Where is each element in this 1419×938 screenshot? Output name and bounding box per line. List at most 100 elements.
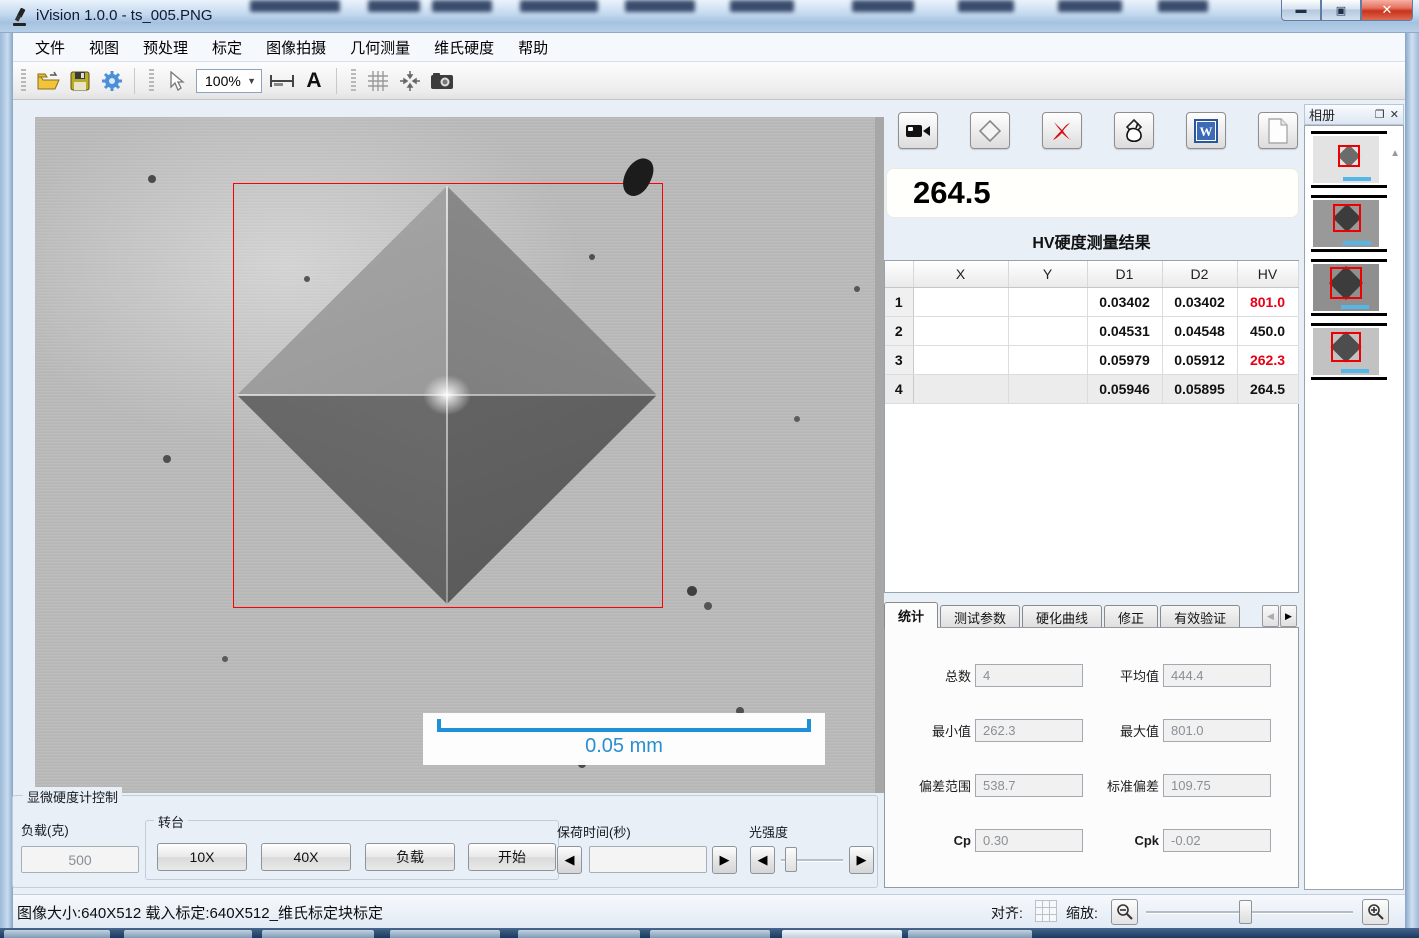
thumbnail-item[interactable] xyxy=(1311,259,1387,316)
table-row[interactable]: 4 0.05946 0.05895 264.5 xyxy=(885,374,1298,403)
tab-scroll-right-button[interactable]: ▶ xyxy=(1280,605,1297,627)
text-tool-button[interactable]: A xyxy=(300,68,328,94)
cursor-icon xyxy=(167,71,185,91)
menu-vickers[interactable]: 维氏硬度 xyxy=(434,37,494,58)
tab-statistics[interactable]: 统计 xyxy=(884,602,938,628)
menu-capture[interactable]: 图像拍摄 xyxy=(266,37,326,58)
tab-validation[interactable]: 有效验证 xyxy=(1160,605,1240,628)
image-viewport[interactable]: 0.05 mm xyxy=(35,117,884,793)
taskbar-button[interactable] xyxy=(390,930,500,938)
save-button[interactable] xyxy=(66,68,94,94)
thumbnail-item[interactable] xyxy=(1311,131,1387,188)
center-align-button[interactable] xyxy=(396,68,424,94)
zoom-in-button[interactable] xyxy=(1362,899,1389,925)
col-d2[interactable]: D2 xyxy=(1162,261,1237,287)
col-hv[interactable]: HV xyxy=(1237,261,1298,287)
zoom-level-combobox[interactable]: 100% ▼ xyxy=(196,69,262,93)
open-folder-icon xyxy=(36,71,60,91)
measurement-roi-box[interactable] xyxy=(233,183,663,608)
taskbar-button-active[interactable] xyxy=(782,930,902,938)
zoom-out-button[interactable] xyxy=(1111,899,1138,925)
col-x[interactable]: X xyxy=(913,261,1008,287)
close-panel-icon[interactable]: ✕ xyxy=(1390,108,1399,121)
align-grid-icon[interactable] xyxy=(1035,900,1057,922)
maximize-button[interactable]: ▣ xyxy=(1321,0,1361,21)
col-y[interactable]: Y xyxy=(1008,261,1087,287)
close-button[interactable]: ✕ xyxy=(1361,0,1413,21)
background-window-artifact xyxy=(852,0,914,12)
minimize-button[interactable]: ▬ xyxy=(1281,0,1321,21)
cell-y xyxy=(1008,316,1087,345)
start-button[interactable]: 开始 xyxy=(468,843,556,871)
export-word-button[interactable]: W xyxy=(1186,112,1226,149)
taskbar-button[interactable] xyxy=(262,930,374,938)
light-slider-handle[interactable] xyxy=(785,847,797,872)
hold-time-increase-button[interactable]: ▶ xyxy=(712,846,737,874)
taskbar-button[interactable] xyxy=(650,930,770,938)
max-value: 801.0 xyxy=(1163,719,1271,742)
cpk-label: Cpk xyxy=(1103,833,1159,848)
tab-correction[interactable]: 修正 xyxy=(1104,605,1158,628)
objective-40x-button[interactable]: 40X xyxy=(261,843,351,871)
objective-10x-button[interactable]: 10X xyxy=(157,843,247,871)
pointer-tool-button[interactable] xyxy=(162,68,190,94)
manual-measure-button[interactable] xyxy=(1114,112,1154,149)
chevron-down-icon: ▼ xyxy=(247,76,261,86)
cell-d2: 0.05912 xyxy=(1162,345,1237,374)
zoom-slider-handle[interactable] xyxy=(1239,900,1252,924)
cell-d2: 0.03402 xyxy=(1162,287,1237,316)
taskbar-button[interactable] xyxy=(4,930,110,938)
hold-time-decrease-button[interactable]: ◀ xyxy=(557,846,582,874)
col-d1[interactable]: D1 xyxy=(1087,261,1162,287)
delete-measurement-button[interactable] xyxy=(1042,112,1082,149)
taskbar-button[interactable] xyxy=(518,930,640,938)
measure-tool-button[interactable] xyxy=(268,68,296,94)
crosshair-icon xyxy=(399,70,421,92)
menu-view[interactable]: 视图 xyxy=(89,37,119,58)
menu-file[interactable]: 文件 xyxy=(35,37,65,58)
toolbar-grip[interactable] xyxy=(351,69,356,93)
delete-x-icon xyxy=(1050,119,1074,143)
menu-help[interactable]: 帮助 xyxy=(518,37,548,58)
statusbar-right: 对齐: 缩放: xyxy=(991,895,1401,928)
light-increase-button[interactable]: ▶ xyxy=(849,846,874,874)
background-window-artifact xyxy=(520,0,598,12)
menu-geometry[interactable]: 几何测量 xyxy=(350,37,410,58)
open-file-button[interactable] xyxy=(34,68,62,94)
float-panel-icon[interactable]: ❐ xyxy=(1375,108,1385,121)
cp-value: 0.30 xyxy=(975,829,1083,852)
table-row[interactable]: 2 0.04531 0.04548 450.0 xyxy=(885,316,1298,345)
scroll-up-icon[interactable]: ▲ xyxy=(1390,148,1400,159)
cell-y xyxy=(1008,374,1087,403)
table-row[interactable]: 1 0.03402 0.03402 801.0 xyxy=(885,287,1298,316)
measure-indent-button[interactable] xyxy=(970,112,1010,149)
new-report-button[interactable] xyxy=(1258,112,1298,149)
thumbnail-item[interactable] xyxy=(1311,195,1387,252)
load-position-button[interactable]: 负载 xyxy=(365,843,455,871)
toolbar-grip[interactable] xyxy=(149,69,154,93)
cell-hv: 262.3 xyxy=(1237,345,1298,374)
taskbar-button[interactable] xyxy=(908,930,1032,938)
settings-button[interactable] xyxy=(98,68,126,94)
magnifier-minus-icon xyxy=(1116,903,1134,921)
tab-test-parameters[interactable]: 测试参数 xyxy=(940,605,1020,628)
mean-value: 444.4 xyxy=(1163,664,1271,687)
min-value: 262.3 xyxy=(975,719,1083,742)
toolbar-grip[interactable] xyxy=(21,69,26,93)
tab-hardening-curve[interactable]: 硬化曲线 xyxy=(1022,605,1102,628)
light-decrease-button[interactable]: ◀ xyxy=(750,846,775,874)
grid-overlay-button[interactable] xyxy=(364,68,392,94)
hold-time-input[interactable] xyxy=(589,846,707,873)
load-input[interactable] xyxy=(21,846,139,873)
snapshot-button[interactable] xyxy=(428,68,456,94)
gear-icon xyxy=(101,70,123,92)
zoom-label: 缩放: xyxy=(1066,903,1098,923)
results-table[interactable]: X Y D1 D2 HV 1 0.03402 0.03402 801.0 xyxy=(884,260,1299,593)
menu-preprocess[interactable]: 预处理 xyxy=(143,37,188,58)
table-row[interactable]: 3 0.05979 0.05912 262.3 xyxy=(885,345,1298,374)
taskbar-button[interactable] xyxy=(124,930,252,938)
live-video-button[interactable] xyxy=(898,112,938,149)
menu-calibration[interactable]: 标定 xyxy=(212,37,242,58)
tab-scroll-left-button[interactable]: ◀ xyxy=(1262,605,1279,627)
thumbnail-item[interactable] xyxy=(1311,323,1387,380)
